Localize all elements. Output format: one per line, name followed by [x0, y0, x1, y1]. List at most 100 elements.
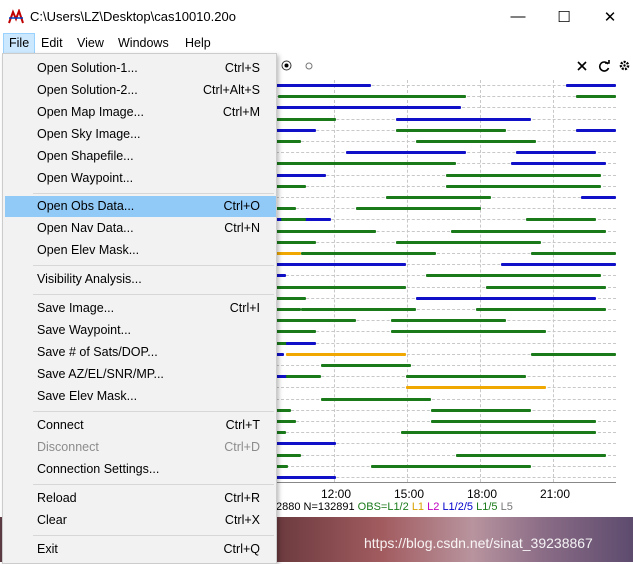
menu-item-open-nav-data[interactable]: Open Nav Data... Ctrl+N	[5, 218, 276, 239]
radio-selected-icon[interactable]	[281, 60, 292, 71]
menu-item-open-elev-mask[interactable]: Open Elev Mask...	[5, 240, 276, 261]
menu-separator	[33, 484, 274, 485]
observation-bar	[486, 285, 606, 289]
observation-bar	[396, 240, 541, 244]
observation-bar	[391, 319, 506, 323]
observation-bar	[276, 240, 316, 244]
observation-bar	[446, 173, 601, 177]
observation-bar	[451, 229, 606, 233]
observation-bar	[501, 263, 616, 267]
observation-bar	[321, 397, 431, 401]
observation-bar	[396, 128, 506, 132]
menu-item-save-image[interactable]: Save Image... Ctrl+I	[5, 298, 276, 319]
menu-help[interactable]: Help	[180, 34, 216, 53]
x-axis	[276, 482, 616, 483]
menu-item-disconnect: Disconnect Ctrl+D	[37, 440, 260, 454]
menu-item-clear[interactable]: Clear Ctrl+X	[5, 510, 276, 531]
menu-separator	[33, 535, 274, 536]
observation-bar	[306, 162, 456, 166]
menu-item-open-shapefile[interactable]: Open Shapefile...	[5, 146, 276, 167]
menu-item-open-map-image[interactable]: Open Map Image... Ctrl+M	[5, 102, 276, 123]
observation-bar	[511, 162, 606, 166]
observation-bar	[576, 128, 616, 132]
observation-bar	[371, 464, 531, 468]
observation-bar	[286, 352, 406, 356]
menu-item-visibility-analysis[interactable]: Visibility Analysis...	[5, 269, 276, 290]
legend-l1: L1	[411, 501, 425, 513]
x-tick-label: 12:00	[321, 487, 352, 501]
observation-bar	[301, 252, 436, 255]
menu-bar: File Edit View Windows Help	[0, 33, 633, 54]
menu-item-save-elev-mask[interactable]: Save Elev Mask...	[5, 386, 276, 407]
menu-view[interactable]: View	[72, 34, 109, 53]
watermark-text: https://blog.csdn.net/sinat_39238867	[364, 535, 593, 551]
observation-bar	[276, 319, 356, 323]
observation-bar	[276, 252, 301, 255]
plot-row-gridline	[276, 342, 616, 344]
menu-separator	[33, 294, 274, 295]
observation-bar	[276, 184, 306, 188]
file-menu-dropdown: Open Solution-1... Ctrl+S Open Solution-…	[2, 53, 277, 564]
observation-bar	[276, 84, 371, 87]
plot-status-line: 2880 N=132891 OBS=L1/2 L1 L2 L1/2/5 L1/5…	[276, 501, 513, 513]
observation-bar	[286, 341, 316, 345]
menu-item-save-az-el-snr-mp[interactable]: Save AZ/EL/SNR/MP...	[5, 364, 276, 385]
observation-bar	[286, 375, 321, 379]
title-bar: C:\Users\LZ\Desktop\cas10010.20o — ☐ ✕	[0, 0, 633, 33]
refresh-icon[interactable]	[598, 60, 610, 72]
obs-count-text: 2880 N=132891	[276, 501, 355, 513]
observation-bar	[301, 285, 406, 289]
menu-item-open-waypoint[interactable]: Open Waypoint...	[5, 168, 276, 189]
observation-bar	[276, 128, 316, 132]
menu-item-open-solution-2[interactable]: Open Solution-2... Ctrl+Alt+S	[5, 80, 276, 101]
observation-bar	[276, 420, 296, 423]
menu-file[interactable]: File	[3, 33, 36, 54]
menu-item-open-sky-image[interactable]: Open Sky Image...	[5, 124, 276, 145]
menu-edit[interactable]: Edit	[36, 34, 68, 53]
observation-bar	[276, 464, 288, 468]
x-tick-label: 21:00	[540, 487, 571, 501]
observation-bar	[278, 95, 466, 99]
observation-bar	[531, 252, 616, 255]
observation-bar	[276, 229, 376, 233]
observation-bar	[276, 431, 286, 435]
rtkplot-app-icon	[8, 9, 24, 25]
observation-bar	[401, 431, 596, 435]
minimize-button[interactable]: —	[495, 0, 541, 33]
observation-bar	[426, 274, 601, 278]
observation-bar	[396, 117, 531, 121]
observation-data-plot[interactable]	[276, 80, 616, 482]
legend-l2: L2	[427, 501, 440, 513]
observation-bar	[276, 476, 336, 479]
observation-bar	[276, 442, 336, 446]
maximize-button[interactable]: ☐	[541, 0, 587, 33]
observation-bar	[276, 330, 316, 334]
observation-bar	[516, 151, 596, 155]
menu-item-connection-settings[interactable]: Connection Settings...	[5, 459, 276, 480]
observation-bar	[391, 330, 546, 334]
radio-unselected-icon[interactable]	[305, 62, 313, 70]
menu-item-open-obs-data[interactable]: Open Obs Data... Ctrl+O	[5, 196, 276, 217]
observation-bar	[531, 352, 616, 356]
minimize-icon: —	[510, 8, 526, 25]
observation-bar	[431, 408, 531, 412]
menu-windows[interactable]: Windows	[113, 34, 174, 53]
gear-icon[interactable]	[618, 59, 631, 72]
menu-item-reload[interactable]: Reload Ctrl+R	[5, 488, 276, 509]
observation-bar	[431, 420, 596, 423]
clear-x-icon[interactable]	[577, 61, 587, 71]
legend-l125: L1/2/5	[442, 501, 474, 513]
observation-bar	[281, 218, 306, 222]
observation-bar	[276, 274, 286, 278]
menu-item-open-solution-1[interactable]: Open Solution-1... Ctrl+S	[5, 58, 276, 79]
x-tick-label: 18:00	[467, 487, 498, 501]
observation-bar	[416, 140, 536, 143]
close-button[interactable]: ✕	[587, 0, 633, 33]
menu-item-connect[interactable]: Connect Ctrl+T	[5, 415, 276, 436]
observation-bar	[296, 263, 406, 267]
menu-item-save-waypoint[interactable]: Save Waypoint...	[5, 320, 276, 341]
observation-bar	[276, 296, 306, 300]
observation-bar	[406, 386, 546, 390]
menu-item-exit[interactable]: Exit Ctrl+Q	[5, 539, 276, 560]
menu-item-save-sats-dop[interactable]: Save # of Sats/DOP...	[5, 342, 276, 363]
